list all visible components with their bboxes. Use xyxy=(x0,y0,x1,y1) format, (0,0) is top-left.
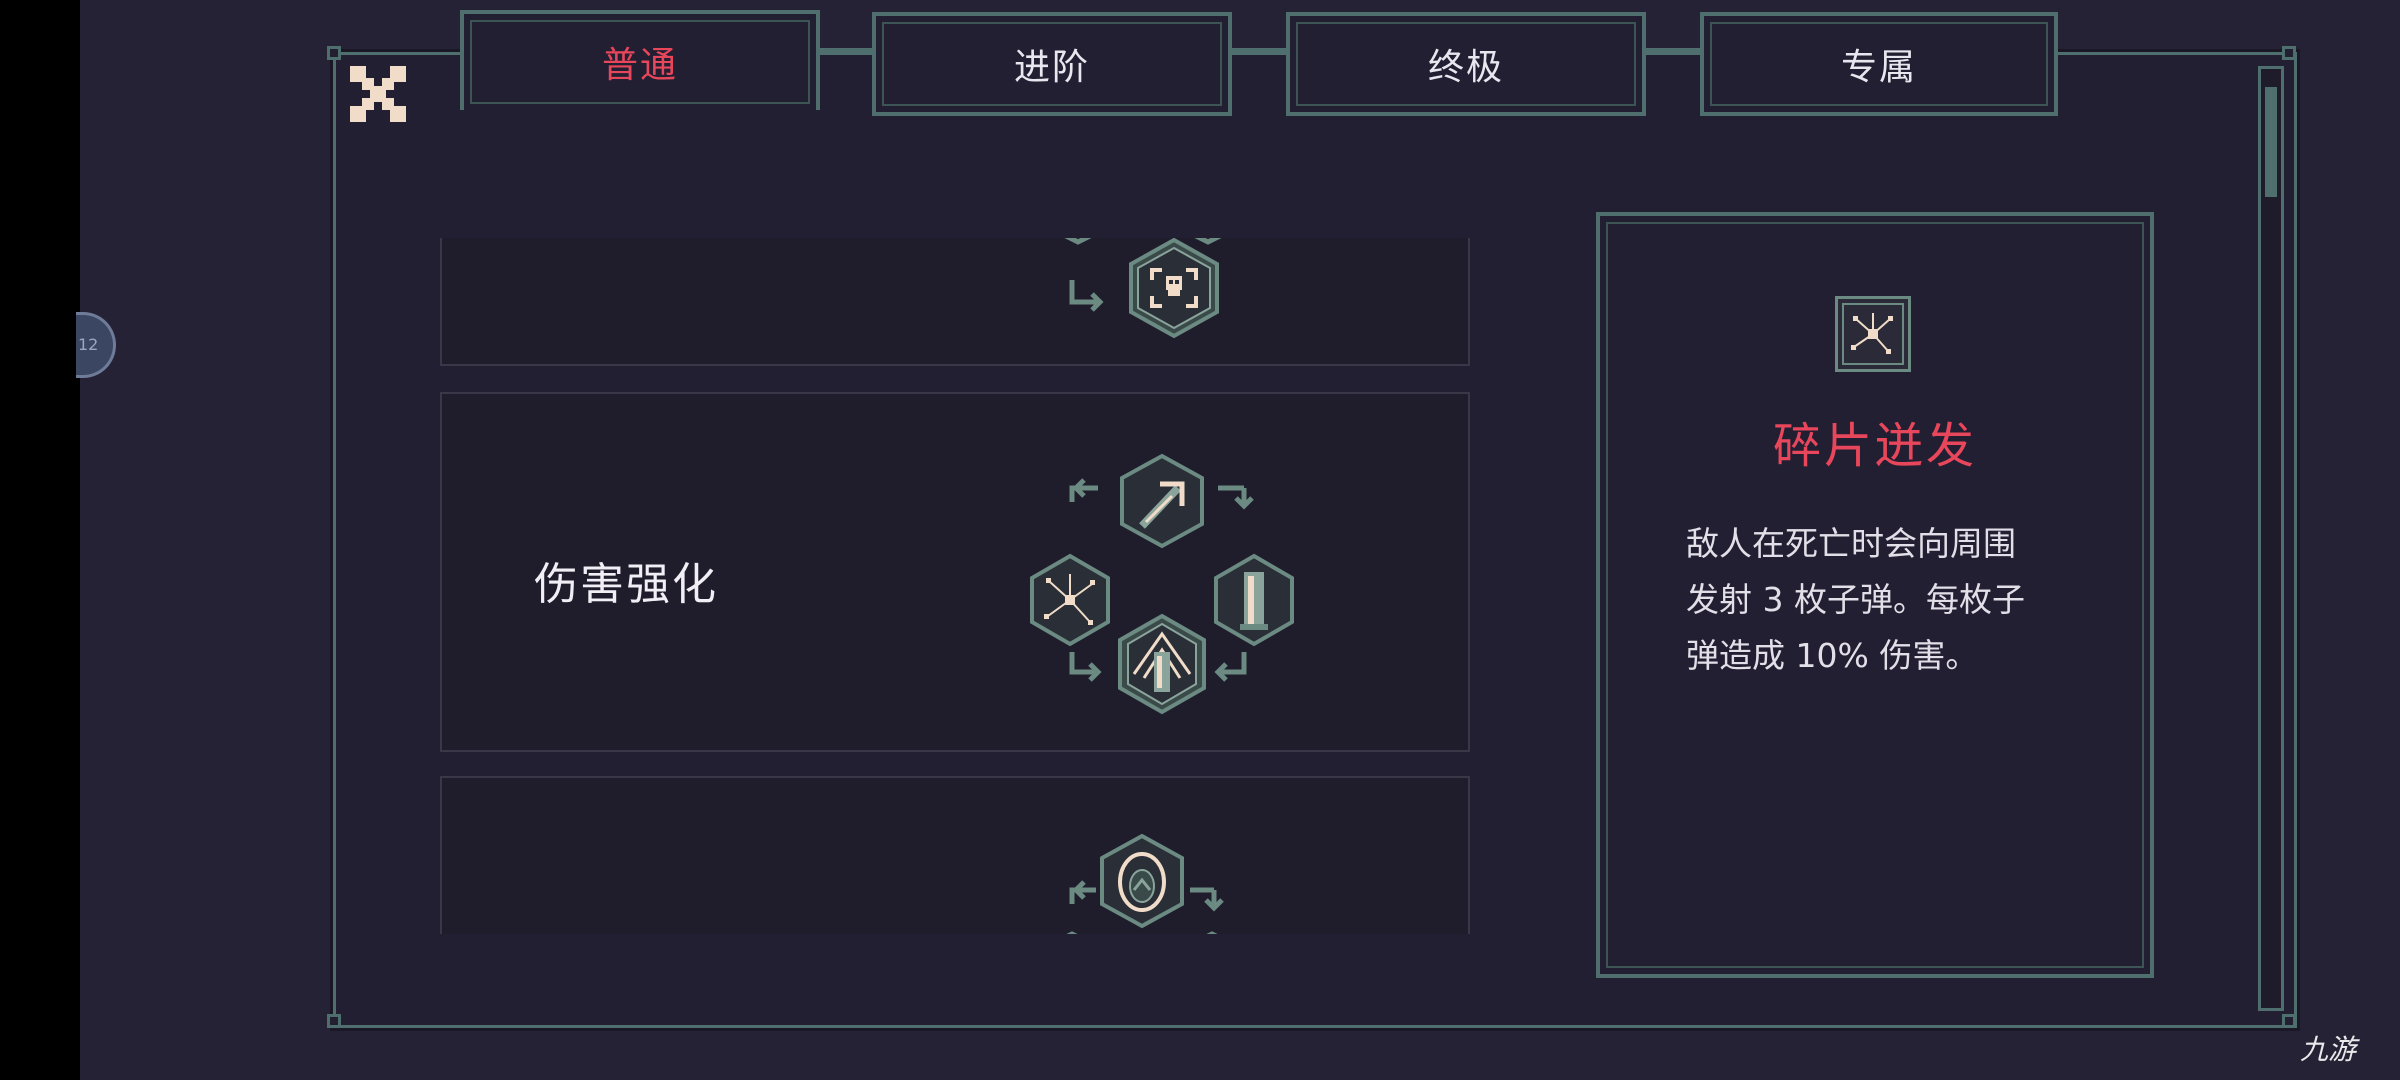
tab-connector xyxy=(1228,48,1290,52)
tab-label: 普通 xyxy=(601,45,678,86)
skull-target-icon xyxy=(1129,238,1219,339)
frame-corner xyxy=(327,46,341,60)
upgrade-card[interactable] xyxy=(440,238,1470,366)
tab-advanced[interactable]: 进阶 xyxy=(872,12,1232,116)
upgrade-tree-icons xyxy=(1064,238,1222,339)
upgrade-detail-panel: 碎片迸发 敌人在死亡时会向周围 发射 3 枚子弹。每枚子 弹造成 10% 伤害。 xyxy=(1596,212,2154,978)
tab-label: 进阶 xyxy=(1013,47,1090,88)
game-screen: 12 普通 进阶 终极 专属 伤害强化 碎片迸发 敌人在死亡时会向周围 发射 3… xyxy=(0,0,2400,1080)
rocket-icon xyxy=(1118,613,1206,715)
tab-exclusive[interactable]: 专属 xyxy=(1700,12,2058,116)
scrollbar[interactable] xyxy=(2258,66,2284,1011)
upgrade-card[interactable] xyxy=(440,776,1470,934)
upgrade-card-title: 伤害强化 xyxy=(534,559,718,610)
shard-burst-icon xyxy=(1851,313,1893,354)
arrow-icon xyxy=(1120,453,1204,549)
floating-side-bubble[interactable]: 12 xyxy=(76,312,116,378)
frame-corner xyxy=(2282,1014,2296,1028)
side-bubble-text: 12 xyxy=(78,335,99,354)
tab-ultimate[interactable]: 终极 xyxy=(1286,12,1646,116)
frame-corner xyxy=(327,1014,341,1028)
frame-corner xyxy=(2282,46,2296,60)
shard-burst-icon xyxy=(1030,553,1110,647)
detail-description-line: 发射 3 枚子弹。每枚子 xyxy=(1686,580,2025,619)
detail-description-line: 敌人在死亡时会向周围 xyxy=(1686,524,2016,563)
upgrade-tree-icons xyxy=(1030,453,1294,715)
detail-description-line: 弹造成 10% 伤害。 xyxy=(1686,636,1979,675)
bullet-icon xyxy=(1214,553,1294,647)
tab-label: 专属 xyxy=(1840,47,1917,88)
screen-left-edge xyxy=(0,0,80,1080)
upgrade-card[interactable]: 伤害强化 xyxy=(440,392,1470,752)
tab-connector xyxy=(1640,48,1704,52)
upgrade-list[interactable]: 伤害强化 xyxy=(440,238,1472,934)
tab-label: 终极 xyxy=(1427,47,1504,88)
close-button[interactable] xyxy=(350,66,406,122)
scrollbar-thumb[interactable] xyxy=(2265,87,2277,197)
close-icon xyxy=(350,66,406,122)
tab-normal[interactable]: 普通 xyxy=(460,10,820,110)
detail-title: 碎片迸发 xyxy=(1772,418,1977,474)
tab-connector xyxy=(816,48,876,52)
watermark-logo: 九游 xyxy=(2300,1033,2357,1066)
detail-icon-frame xyxy=(1835,296,1911,372)
upgrade-tree-icons xyxy=(1066,834,1224,934)
detail-description: 敌人在死亡时会向周围 发射 3 枚子弹。每枚子 弹造成 10% 伤害。 xyxy=(1686,516,2086,684)
egg-icon xyxy=(1100,834,1184,929)
